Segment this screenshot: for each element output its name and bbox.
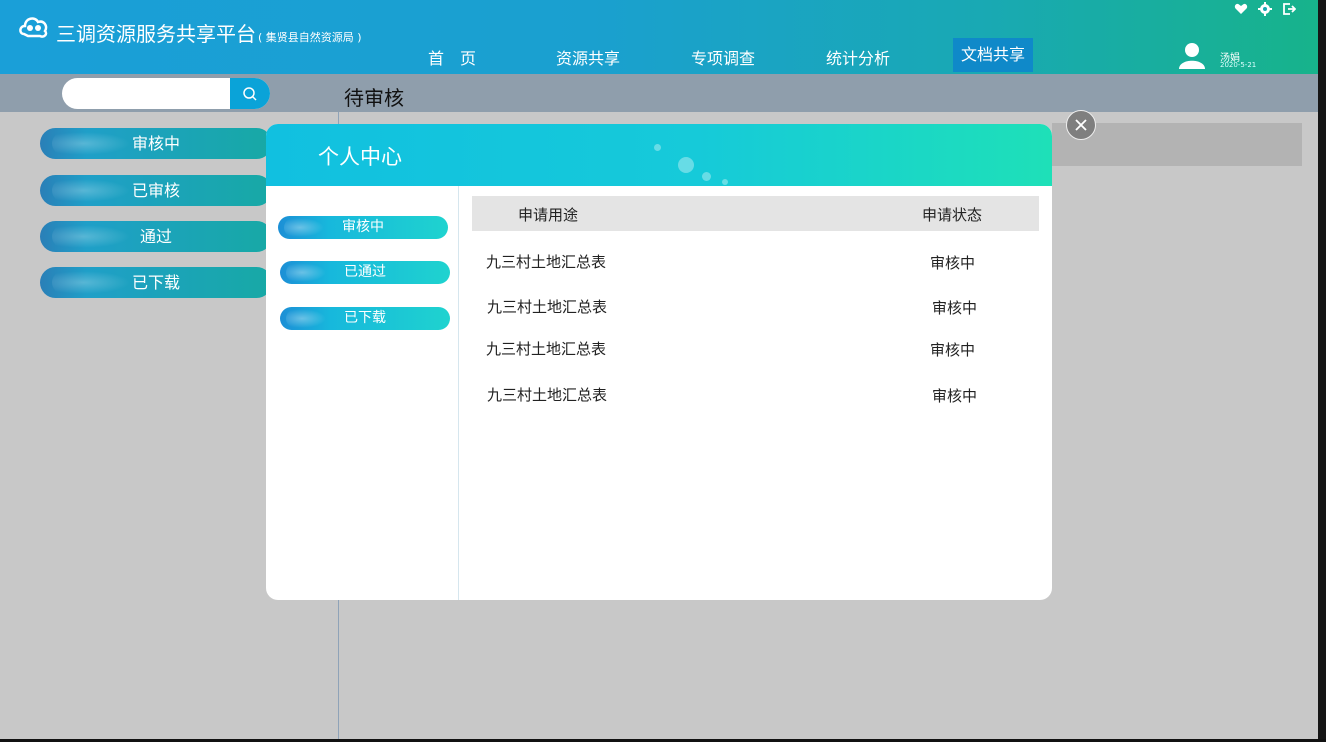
tab-reviewing[interactable]: 审核中 [278,216,448,239]
row-purpose: 九三村土地汇总表 [486,253,607,271]
search-icon [243,86,257,101]
nav-item-home[interactable]: 首 页 [428,44,476,74]
tab-label: 已下载 [344,310,386,326]
app-title-text: 三调资源服务共享平台 [56,22,256,46]
user-date: 2020-5-21 [1220,61,1257,69]
row-status: 审核中 [930,341,976,359]
user-avatar-icon[interactable] [1177,40,1207,70]
top-header: 三调资源服务共享平台( 集贤县自然资源局 ) 首 页 资源共享 专项调查 统计分… [0,0,1318,74]
sidebar-item-label: 审核中 [131,134,180,153]
dialog-header: 个人中心 [266,124,1052,186]
table-header: 申请用途 申请状态 [472,196,1039,231]
tab-passed[interactable]: 已通过 [280,261,450,284]
row-status: 审核中 [930,254,976,272]
nav-item-resource-share[interactable]: 资源共享 [556,44,620,74]
personal-center-dialog: 个人中心 审核中 已通过 已下载 申请用途 申请状态 九三村土地汇总表 审核中 … [266,124,1052,600]
row-purpose: 九三村土地汇总表 [486,340,607,358]
tab-label: 已通过 [344,264,386,280]
page-title: 待审核 [344,86,404,110]
nav-item-statistics[interactable]: 统计分析 [826,44,890,74]
bubble-decoration [654,144,661,151]
column-header-status: 申请状态 [922,206,983,224]
row-status: 审核中 [932,387,978,405]
nav-item-special-survey[interactable]: 专项调查 [691,44,755,74]
sidebar-item-passed[interactable]: 通过 [40,221,272,252]
close-icon [1075,119,1087,131]
dialog-divider [458,186,459,600]
bubble-decoration [722,179,728,185]
top-icon-bar [1234,1,1297,16]
sidebar-item-reviewing[interactable]: 审核中 [40,128,272,159]
tab-downloaded[interactable]: 已下载 [280,307,450,330]
close-dialog-button[interactable] [1066,110,1096,140]
window-edge [1318,0,1326,742]
cloud-logo-icon [19,17,48,38]
column-header-purpose: 申请用途 [518,206,579,224]
row-purpose: 九三村土地汇总表 [487,298,608,316]
row-purpose: 九三村土地汇总表 [487,386,608,404]
search-button[interactable] [230,78,270,109]
gear-icon[interactable] [1258,1,1272,16]
sidebar-item-downloaded[interactable]: 已下载 [40,267,272,298]
search-box [62,78,270,109]
sidebar-item-reviewed[interactable]: 已审核 [40,175,272,206]
app-subtitle: ( 集贤县自然资源局 ) [258,31,362,44]
bubble-decoration [702,172,711,181]
heart-icon[interactable] [1234,1,1248,15]
row-status: 审核中 [932,299,978,317]
logout-icon[interactable] [1282,1,1297,15]
sidebar-item-label: 通过 [139,227,172,246]
dialog-title: 个人中心 [318,145,402,169]
bubble-decoration [678,157,694,173]
sidebar-item-label: 已审核 [131,181,180,200]
app-title: 三调资源服务共享平台( 集贤县自然资源局 ) [56,18,362,47]
tab-label: 审核中 [342,219,384,235]
nav-item-document-share[interactable]: 文档共享 [953,38,1034,72]
sidebar-item-label: 已下载 [131,273,180,292]
